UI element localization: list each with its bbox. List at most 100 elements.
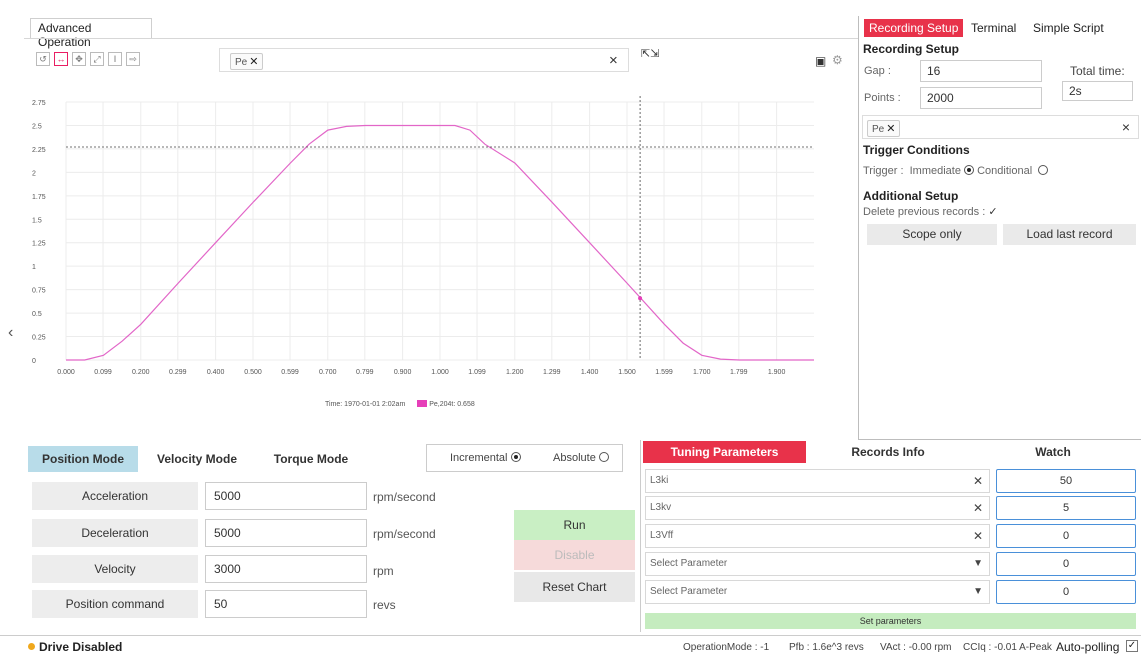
remove-param-icon[interactable]: ✕ xyxy=(973,470,983,492)
velocity-unit: rpm xyxy=(373,564,394,578)
x-tick-label: 0.099 xyxy=(94,369,112,376)
watch-value-cell[interactable]: 0 xyxy=(996,580,1136,604)
param-name: L3ki xyxy=(650,475,669,486)
x-tick-label: 0.200 xyxy=(132,369,150,376)
watch-value-cell[interactable]: 0 xyxy=(996,524,1136,548)
x-tick-label: 1.900 xyxy=(768,369,786,376)
watch-value-cell[interactable]: 0 xyxy=(996,552,1136,576)
tab-torque-mode[interactable]: Torque Mode xyxy=(256,446,366,472)
acceleration-label: Acceleration xyxy=(32,482,198,510)
chevron-down-icon[interactable]: ▼ xyxy=(973,581,983,603)
x-tick-label: 1.400 xyxy=(581,369,599,376)
remove-param-icon[interactable]: ✕ xyxy=(973,525,983,547)
recording-chip-label: Pe xyxy=(872,124,885,135)
reset-zoom-icon[interactable]: ↺ xyxy=(36,52,50,66)
delete-records-checkbox[interactable]: ✓ xyxy=(988,206,997,218)
tab-simple-script[interactable]: Simple Script xyxy=(1028,19,1109,37)
tuning-param-select[interactable]: Select Parameter ▼ xyxy=(645,580,990,604)
zoom-x-icon[interactable]: ↔ xyxy=(54,52,68,66)
collapse-left-icon[interactable]: ‹ xyxy=(8,324,13,342)
param-name: L3kv xyxy=(650,502,672,513)
export-icon[interactable]: ⇨ xyxy=(126,52,140,66)
absolute-option[interactable]: Absolute xyxy=(553,452,609,464)
total-time-input[interactable]: 2s xyxy=(1062,81,1133,101)
x-tick-label: 0.799 xyxy=(356,369,374,376)
chevron-down-icon[interactable]: ▼ xyxy=(973,553,983,575)
acceleration-input[interactable]: 5000 xyxy=(205,482,367,510)
gap-input[interactable]: 16 xyxy=(920,60,1042,82)
position-command-input[interactable]: 50 xyxy=(205,590,367,618)
set-parameters-button[interactable]: Set parameters xyxy=(645,613,1136,629)
conditional-radio[interactable] xyxy=(1038,165,1049,175)
tuning-divider xyxy=(640,440,641,632)
remove-recording-signal-icon[interactable]: ✕ xyxy=(886,123,895,135)
y-tick-label: 2.25 xyxy=(32,147,46,154)
clear-recording-signals-icon[interactable]: × xyxy=(1122,119,1130,135)
crosshair-marker xyxy=(638,296,643,301)
y-tick-label: 1.75 xyxy=(32,194,46,201)
disable-button[interactable]: Disable xyxy=(514,540,635,570)
y-tick-label: 0.25 xyxy=(32,335,46,342)
increment-mode-group: Incremental Absolute xyxy=(426,444,623,472)
clear-signals-icon[interactable]: × xyxy=(609,52,618,69)
pan-icon[interactable]: ✥ xyxy=(72,52,86,66)
fullscreen-icon[interactable]: ⇱⇲ xyxy=(641,49,659,60)
recording-signal-select[interactable]: Pe ✕ × xyxy=(862,115,1139,139)
y-tick-label: 1 xyxy=(32,264,36,271)
tuning-param-row[interactable]: L3Vff ✕ xyxy=(645,524,990,548)
position-command-label: Position command xyxy=(32,590,198,618)
tab-position-mode[interactable]: Position Mode xyxy=(28,446,138,472)
velocity-input[interactable]: 3000 xyxy=(205,555,367,583)
tab-velocity-mode[interactable]: Velocity Mode xyxy=(142,446,252,472)
x-tick-label: 0.000 xyxy=(57,369,75,376)
incremental-radio[interactable] xyxy=(510,452,521,462)
param-name: Select Parameter xyxy=(650,586,728,597)
cursor-icon[interactable]: I xyxy=(108,52,122,66)
tab-watch[interactable]: Watch xyxy=(970,441,1136,463)
legend-swatch xyxy=(417,400,428,407)
load-last-record-button[interactable]: Load last record xyxy=(1003,224,1136,245)
y-tick-label: 0.5 xyxy=(32,311,42,318)
signal-chip[interactable]: Pe ✕ xyxy=(230,53,264,70)
remove-param-icon[interactable]: ✕ xyxy=(973,497,983,519)
screenshot-icon[interactable]: ▣ xyxy=(815,54,826,68)
tab-tuning-parameters[interactable]: Tuning Parameters xyxy=(643,441,806,463)
tab-advanced-operation[interactable]: Advanced Operation xyxy=(30,18,152,49)
tab-terminal[interactable]: Terminal xyxy=(966,19,1021,37)
reset-chart-button[interactable]: Reset Chart xyxy=(514,572,635,602)
drive-status-dot-icon xyxy=(28,643,35,650)
auto-polling-label: Auto-polling xyxy=(1056,640,1120,654)
run-button[interactable]: Run xyxy=(514,510,635,540)
tuning-param-row[interactable]: L3kv ✕ xyxy=(645,496,990,520)
tuning-param-row[interactable]: L3ki ✕ xyxy=(645,469,990,493)
zoom-xy-icon[interactable]: ⤢ xyxy=(90,52,104,66)
x-tick-label: 0.400 xyxy=(207,369,225,376)
delete-records-row: Delete previous records : ✓ xyxy=(863,205,998,218)
tab-records-info[interactable]: Records Info xyxy=(806,441,970,463)
points-label: Points : xyxy=(864,92,901,104)
gap-label: Gap : xyxy=(864,65,891,77)
tuning-param-select[interactable]: Select Parameter ▼ xyxy=(645,552,990,576)
x-tick-label: 1.700 xyxy=(693,369,711,376)
signal-select[interactable]: Pe ✕ xyxy=(219,48,629,72)
remove-signal-icon[interactable]: ✕ xyxy=(249,56,258,68)
tab-recording-setup[interactable]: Recording Setup xyxy=(864,19,964,37)
x-tick-label: 1.299 xyxy=(543,369,561,376)
recording-signal-chip[interactable]: Pe ✕ xyxy=(867,120,901,137)
settings-gear-icon[interactable]: ⚙ xyxy=(832,53,843,67)
absolute-radio[interactable] xyxy=(598,452,609,462)
scope-only-button[interactable]: Scope only xyxy=(867,224,997,245)
additional-heading: Additional Setup xyxy=(863,189,959,203)
drive-status: Drive Disabled xyxy=(39,640,123,654)
auto-polling-checkbox[interactable]: ✓ xyxy=(1126,640,1138,652)
watch-value-cell[interactable]: 5 xyxy=(996,496,1136,520)
position-chart[interactable]: 0 0.25 0.5 0.75 1 1.25 1.5 1.75 2 2.25 2.5 2.75 0.00… xyxy=(24,84,858,424)
y-tick-label: 2 xyxy=(32,170,36,177)
incremental-option[interactable]: Incremental xyxy=(450,452,521,464)
immediate-radio[interactable] xyxy=(964,165,975,175)
watch-value-cell[interactable]: 50 xyxy=(996,469,1136,493)
conditional-label: Conditional xyxy=(977,165,1033,177)
x-tick-label: 1.099 xyxy=(468,369,486,376)
points-input[interactable]: 2000 xyxy=(920,87,1042,109)
deceleration-input[interactable]: 5000 xyxy=(205,519,367,547)
